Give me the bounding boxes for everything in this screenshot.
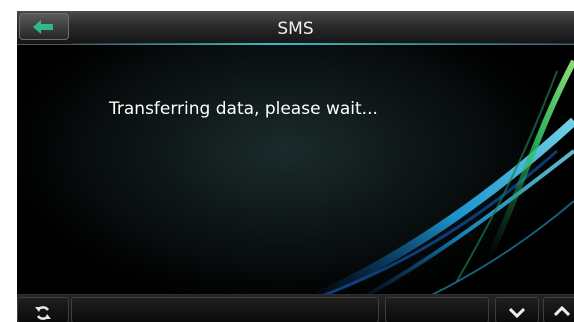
title-accent-line bbox=[71, 43, 574, 45]
status-message: Transferring data, please wait... bbox=[109, 99, 378, 119]
title-bar: SMS bbox=[17, 11, 574, 45]
bottom-toolbar bbox=[17, 294, 574, 322]
background-wave bbox=[17, 11, 574, 322]
device-screen: SMS Transferring data, please wait... bbox=[17, 11, 574, 322]
scroll-down-button[interactable] bbox=[495, 297, 539, 322]
chevron-down-icon bbox=[509, 307, 525, 319]
chevron-up-icon bbox=[554, 305, 570, 317]
scroll-up-button[interactable] bbox=[543, 297, 574, 322]
refresh-button[interactable] bbox=[17, 297, 69, 322]
empty-button[interactable] bbox=[71, 297, 379, 322]
page-title: SMS bbox=[277, 19, 314, 39]
blank-button[interactable] bbox=[385, 297, 489, 322]
refresh-icon bbox=[35, 306, 51, 320]
